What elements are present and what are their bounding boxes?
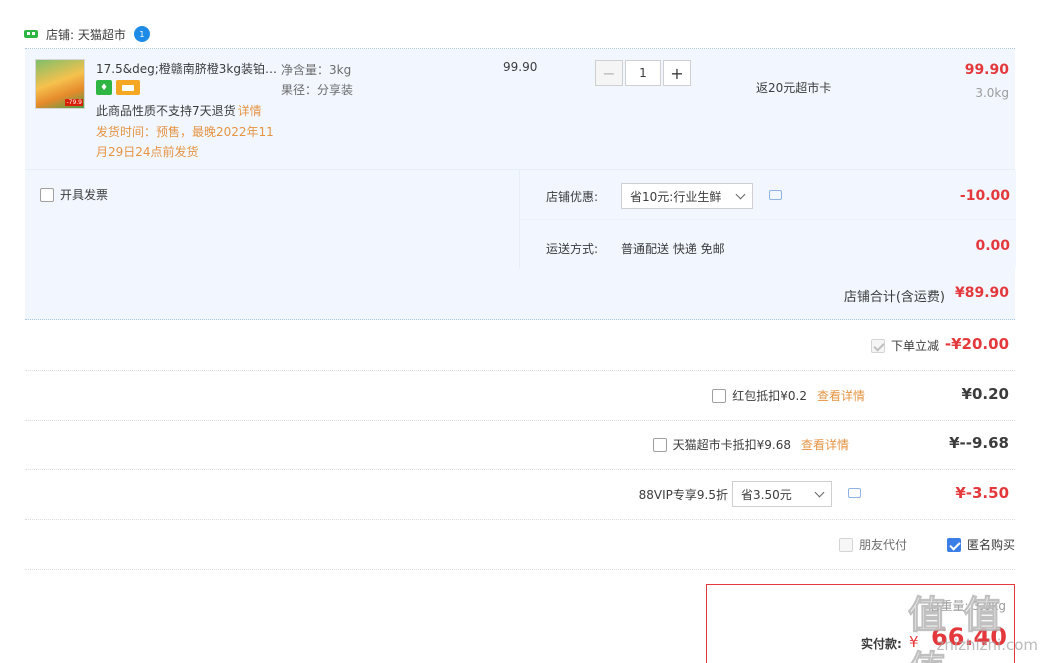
red-packet-row: 红包抵扣¥0.2 查看详情 ¥0.20 xyxy=(25,371,1015,421)
red-packet-value: ¥0.20 xyxy=(961,385,1009,403)
payment-options-row: 朋友代付 匿名购买 xyxy=(25,520,1015,570)
shipping-label: 运送方式: xyxy=(546,242,599,256)
friend-pay-checkbox-box[interactable] xyxy=(838,537,853,552)
vip-selected: 省3.50元 xyxy=(741,487,792,502)
shop-discount-label: 店铺优惠: xyxy=(546,190,599,204)
shipping-time-line2: 月29日24点前发货 xyxy=(96,145,199,159)
vip-label: 88VIP专享9.5折 xyxy=(638,488,728,502)
shipping-fee: 0.00 xyxy=(975,238,1010,254)
vip-value: ¥-3.50 xyxy=(955,484,1009,502)
order-block: -79.9 17.5&deg;橙赣南脐橙3kg装铂… ♦ 此商品性质不支持7天退… xyxy=(25,49,1016,320)
unit-price: 99.90 xyxy=(503,60,538,74)
shipping-time-line1: 发货时间：预售，最晚2022年11 xyxy=(96,125,274,139)
shipping-method: 普通配送 快递 免邮 xyxy=(621,242,725,256)
shop-options-panel: 店铺优惠: 省10元:行业生鲜 -10.00 运送方式: 普通配送 快递 免邮 … xyxy=(519,170,1016,268)
rebate-text: 返20元超市卡 xyxy=(756,81,832,95)
tmall-card-detail-link[interactable]: 查看详情 xyxy=(801,436,849,453)
product-attributes: 净含量：3kg 果径：分享装 xyxy=(281,60,353,100)
invoice-label: 开具发票 xyxy=(60,188,109,202)
shop-discount-value: -10.00 xyxy=(959,188,1010,204)
order-discount-row: 下单立减 -¥20.00 xyxy=(25,321,1015,371)
red-packet-checkbox-box[interactable] xyxy=(712,388,727,403)
qty-minus-button[interactable]: − xyxy=(595,60,623,86)
return-detail-link[interactable]: 详情 xyxy=(238,104,262,118)
item-weight: 3.0kg xyxy=(975,86,1009,100)
attr-fruit-size: 果径：分享装 xyxy=(281,83,354,97)
shop-name[interactable]: 店铺: 天猫超市 xyxy=(46,26,126,43)
return-notice-text: 此商品性质不支持7天退货 xyxy=(96,104,236,118)
invoice-checkbox-box[interactable] xyxy=(40,187,54,202)
qty-input[interactable]: 1 xyxy=(625,60,661,86)
card-payment-badge-icon[interactable] xyxy=(116,80,140,95)
friend-pay-label: 朋友代付 xyxy=(858,538,907,552)
invoice-area: 开具发票 xyxy=(25,170,519,268)
shop-discount-select[interactable]: 省10元:行业生鲜 xyxy=(621,183,753,209)
message-icon[interactable] xyxy=(848,488,861,498)
anonymous-checkbox[interactable]: 匿名购买 xyxy=(946,536,1015,553)
shop-total-label: 店铺合计(含运费) xyxy=(843,290,945,305)
order-discount-checkbox[interactable]: 下单立减 xyxy=(870,337,939,354)
red-packet-label: 红包抵扣¥0.2 xyxy=(732,389,807,403)
order-discount-label: 下单立减 xyxy=(890,339,939,353)
shipping-time: 发货时间：预售，最晚2022年11 月29日24点前发货 xyxy=(96,122,282,162)
product-badges: ♦ xyxy=(96,80,140,95)
order-discount-checkbox-box[interactable] xyxy=(870,338,885,353)
anonymous-label: 匿名购买 xyxy=(966,538,1015,552)
pay-label: 实付款: xyxy=(861,637,902,651)
vip-row: 88VIP专享9.5折 省3.50元 ¥-3.50 xyxy=(25,470,1015,520)
qty-plus-button[interactable]: + xyxy=(663,60,691,86)
message-icon[interactable] xyxy=(769,190,782,200)
vip-discount-select[interactable]: 省3.50元 xyxy=(732,481,832,507)
red-packet-detail-link[interactable]: 查看详情 xyxy=(817,387,865,404)
shop-discount-selected: 省10元:行业生鲜 xyxy=(630,189,722,204)
shop-total-value: ¥89.90 xyxy=(954,285,1009,301)
product-title[interactable]: 17.5&deg;橙赣南脐橙3kg装铂… xyxy=(96,60,278,77)
tmall-shop-icon xyxy=(24,28,38,40)
return-notice: 此商品性质不支持7天退货 详情 xyxy=(96,102,262,119)
red-packet-checkbox[interactable]: 红包抵扣¥0.2 查看详情 xyxy=(712,387,865,404)
quantity-stepper: − 1 + xyxy=(595,59,691,87)
invoice-checkbox[interactable]: 开具发票 xyxy=(40,186,108,203)
tmall-card-row: 天猫超市卡抵扣¥9.68 查看详情 ¥--9.68 xyxy=(25,420,1015,470)
thumb-price-tag: -79.9 xyxy=(65,99,83,106)
chevron-down-icon xyxy=(735,189,746,200)
final-payment-box: 总重量: 3.0kg 实付款: ¥ 66.40 xyxy=(706,584,1015,663)
attr-net-weight: 净含量：3kg xyxy=(281,63,352,77)
tmall-card-checkbox[interactable]: 天猫超市卡抵扣¥9.68 查看详情 xyxy=(652,436,849,453)
product-thumbnail[interactable]: -79.9 xyxy=(35,59,85,109)
guarantee-badge-icon[interactable]: ♦ xyxy=(96,80,112,95)
pay-amount: 66.40 xyxy=(931,623,1007,651)
chevron-down-icon xyxy=(814,487,825,498)
tmall-card-value: ¥--9.68 xyxy=(949,434,1009,452)
friend-pay-checkbox[interactable]: 朋友代付 xyxy=(838,536,907,553)
tmall-card-label: 天猫超市卡抵扣¥9.68 xyxy=(672,438,791,452)
tmall-card-checkbox-box[interactable] xyxy=(652,437,667,452)
shop-discount-row: 店铺优惠: 省10元:行业生鲜 -10.00 xyxy=(520,170,1016,220)
pay-currency: ¥ xyxy=(909,633,919,651)
shipping-row: 运送方式: 普通配送 快递 免邮 0.00 xyxy=(520,220,1016,268)
item-total-price: 99.90 xyxy=(964,62,1009,78)
anonymous-checkbox-box[interactable] xyxy=(946,537,961,552)
wangwang-chat-icon[interactable]: 1 xyxy=(133,26,150,42)
total-weight: 总重量: 3.0kg xyxy=(928,599,1006,613)
shop-header: 店铺: 天猫超市 1 xyxy=(24,20,1016,48)
item-row: -79.9 17.5&deg;橙赣南脐橙3kg装铂… ♦ 此商品性质不支持7天退… xyxy=(25,49,1015,170)
shop-total-row: 店铺合计(含运费) ¥89.90 xyxy=(25,268,1015,320)
order-discount-value: -¥20.00 xyxy=(944,335,1009,353)
